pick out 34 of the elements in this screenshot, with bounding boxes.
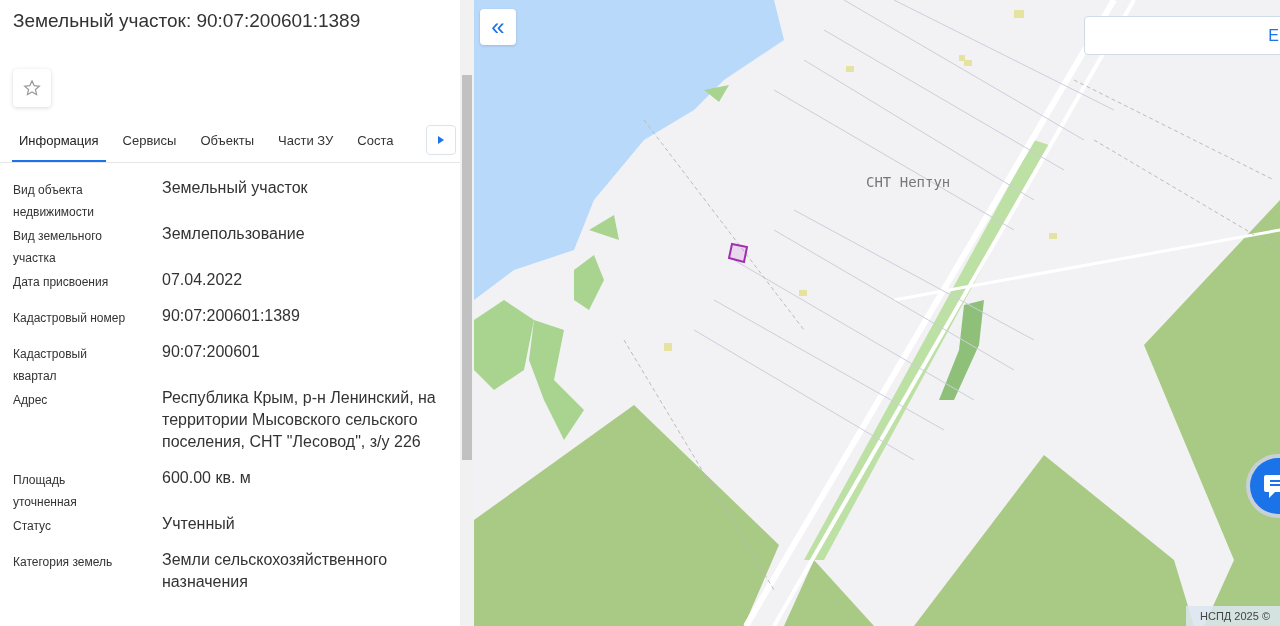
property-label: Статус (13, 518, 52, 536)
caret-right-icon (438, 135, 444, 144)
map-attribution: НСПД 2025 © (1186, 605, 1280, 626)
star-icon (23, 78, 41, 97)
map-place-label: СНТ Нептун (866, 173, 951, 192)
scrollbar[interactable] (460, 0, 474, 626)
tab[interactable]: Объекты (193, 124, 262, 163)
property-value: 600.00 кв. м (162, 468, 252, 489)
collapse-button[interactable]: « (480, 9, 516, 45)
property-value: Земельный участок (162, 178, 309, 199)
property-label: Дата присвоения (13, 274, 110, 292)
property-value: Землепользование (162, 224, 306, 245)
property-value: 90:07:200601 (162, 342, 261, 363)
search-field[interactable]: Е (1084, 16, 1280, 55)
tab[interactable]: Части ЗУ (271, 124, 341, 163)
property-label: Адрес (13, 392, 49, 410)
property-label: Вид земельного участка (13, 228, 103, 268)
property-label: Площадь уточненная (13, 472, 78, 512)
favorite-button[interactable] (13, 68, 51, 107)
property-label: Кадастровый номер (13, 310, 127, 328)
tab[interactable]: Соста (350, 124, 401, 163)
tabs-scroll-button[interactable] (426, 124, 456, 155)
property-value: 90:07:200601:1389 (162, 306, 301, 327)
tab[interactable]: Сервисы (115, 124, 184, 163)
property-value: Республика Крым, р-н Ленинский, на территории Мысовского сельского поселения, СНТ "Лесовод", з/у 226 (162, 388, 437, 453)
panel-title: Земельный участок: 90:07:200601:1389 (12, 9, 362, 33)
property-label: Вид объекта недвижимости (13, 182, 95, 222)
land-parcel-outline[interactable] (727, 242, 749, 264)
property-label: Категория земель (13, 554, 114, 572)
tab[interactable]: Информация (12, 124, 106, 163)
property-value: 07.04.2022 (162, 270, 244, 291)
property-value: Земли сельскохозяйственного назначения (162, 550, 389, 593)
property-label: Кадастровый квартал (13, 346, 88, 386)
property-value: Учтенный (162, 514, 236, 535)
